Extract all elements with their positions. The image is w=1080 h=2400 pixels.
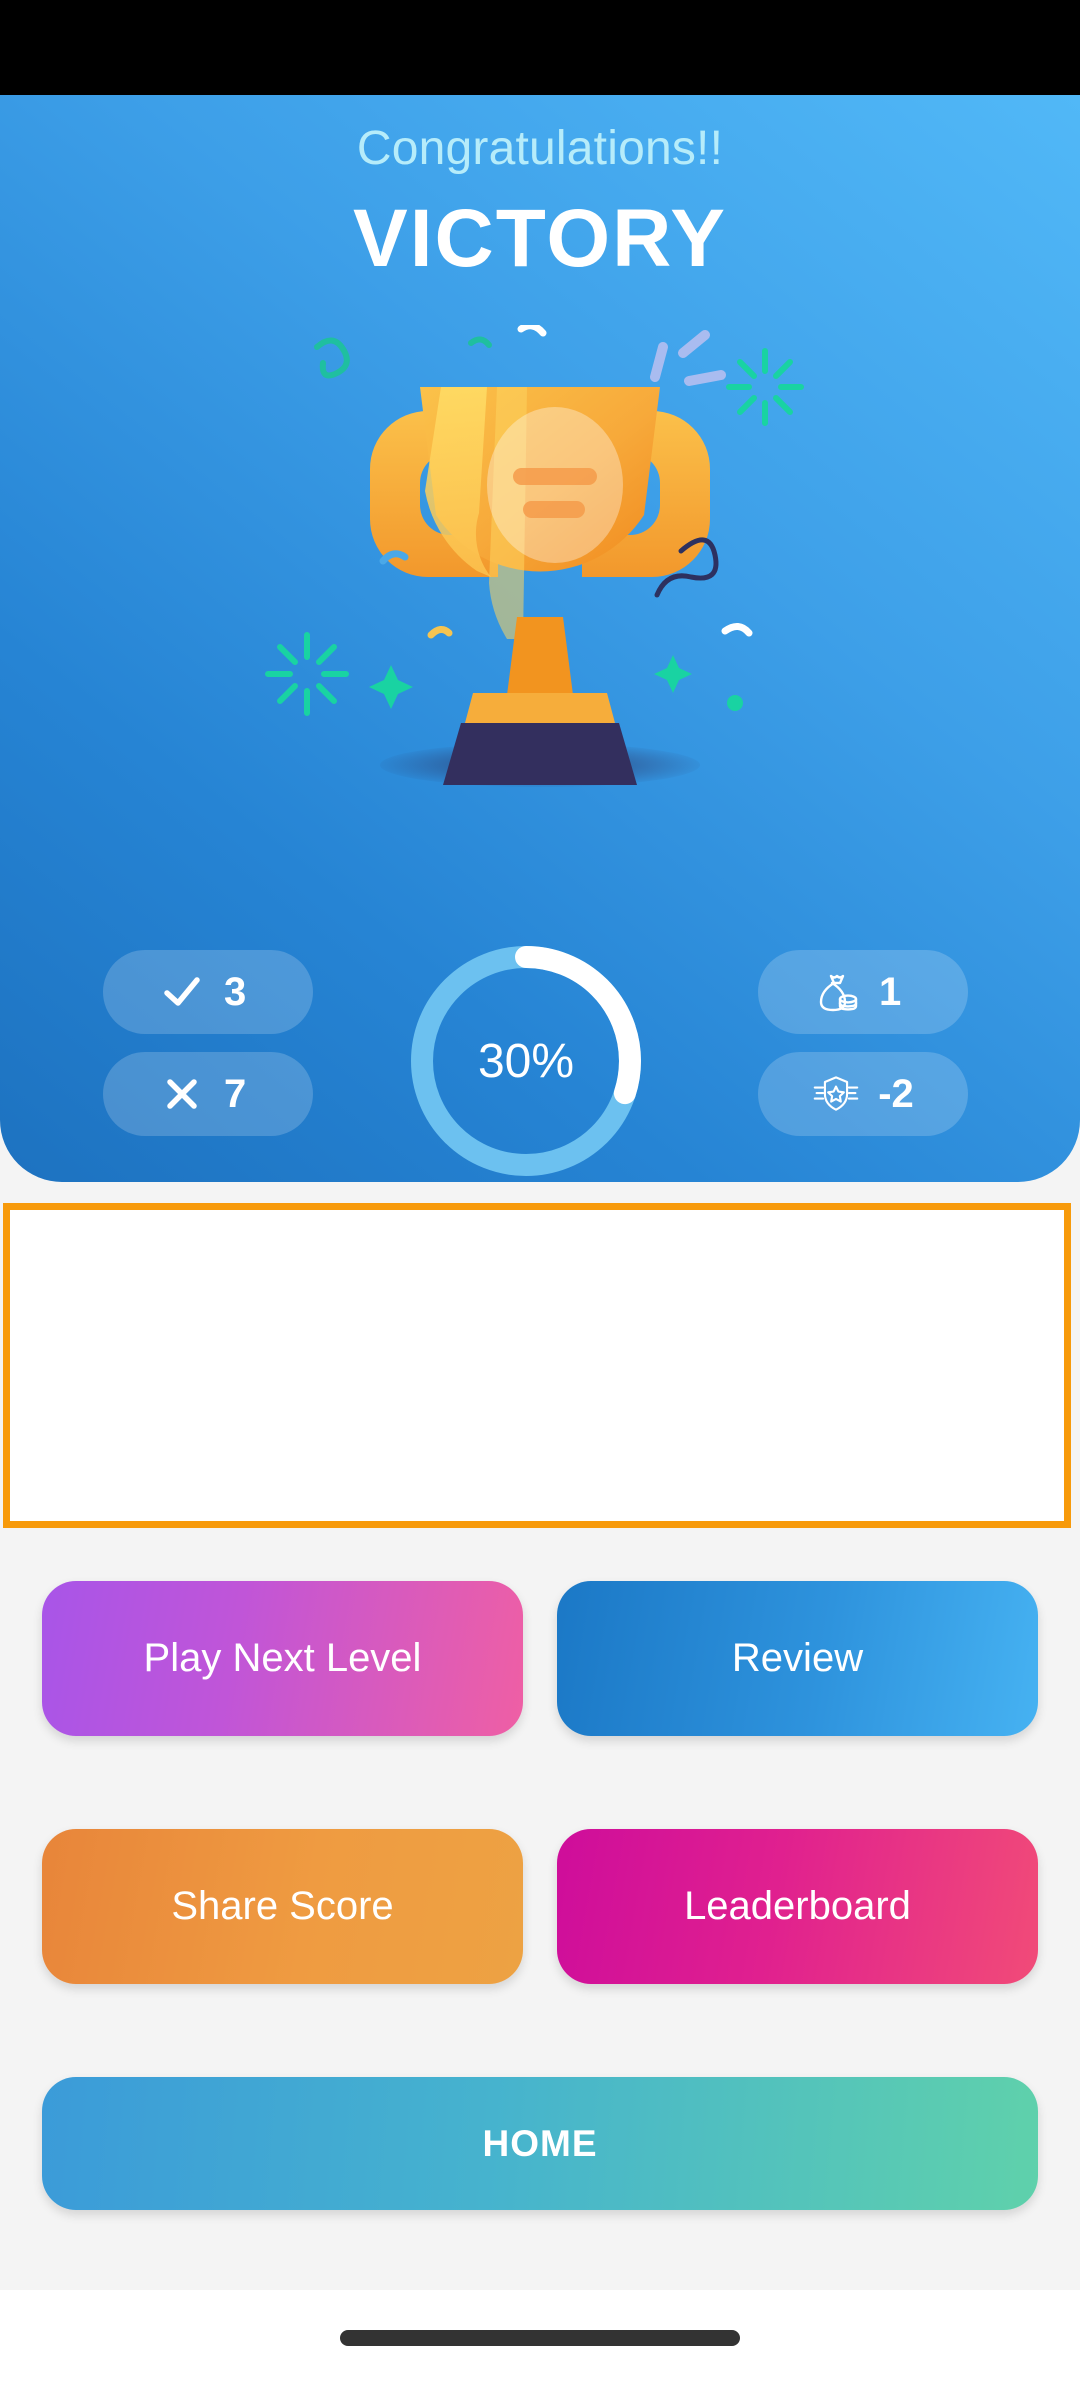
leaderboard-button[interactable]: Leaderboard <box>557 1829 1038 1984</box>
progress-ring: 30% <box>398 933 654 1182</box>
navigation-bar <box>0 2290 1080 2400</box>
stat-coins-earned: 1 <box>758 950 968 1034</box>
share-score-button[interactable]: Share Score <box>42 1829 523 1984</box>
coins-earned-value: 1 <box>879 969 902 1014</box>
button-row-secondary: Share Score Leaderboard <box>42 1829 1038 1984</box>
stat-correct-answers: 3 <box>103 950 313 1034</box>
button-row-primary: Play Next Level Review <box>42 1581 1038 1736</box>
congratulations-text: Congratulations!! <box>356 122 724 175</box>
home-button[interactable]: HOME <box>42 2077 1038 2210</box>
victory-result-screen: Congratulations!! VICTORY 3 7 1 -2 30% P… <box>0 0 1080 2400</box>
progress-percent-label: 30% <box>477 1034 575 1088</box>
action-buttons-area: Play Next Level Review Share Score Leade… <box>0 1555 1080 2290</box>
victory-hero-card: Congratulations!! VICTORY 3 7 1 -2 30% <box>0 95 1080 1182</box>
play-next-level-button[interactable]: Play Next Level <box>42 1581 523 1736</box>
ad-placeholder[interactable] <box>3 1203 1071 1528</box>
correct-answers-value: 3 <box>224 969 247 1014</box>
status-bar <box>0 0 1080 95</box>
wrong-answers-value: 7 <box>224 1071 247 1116</box>
check-icon <box>158 968 206 1016</box>
cross-icon <box>158 1070 206 1118</box>
money-bag-icon <box>813 968 861 1016</box>
rank-badge-icon <box>812 1070 860 1118</box>
rank-change-value: -2 <box>878 1071 914 1116</box>
stats-right-column: 1 -2 <box>758 950 968 1136</box>
stat-rank-change: -2 <box>758 1052 968 1136</box>
trophy-illustration <box>265 325 815 825</box>
review-button[interactable]: Review <box>557 1581 1038 1736</box>
stat-wrong-answers: 7 <box>103 1052 313 1136</box>
stats-left-column: 3 7 <box>103 950 313 1136</box>
home-gesture-bar[interactable] <box>340 2330 740 2346</box>
victory-title: VICTORY <box>353 193 727 284</box>
